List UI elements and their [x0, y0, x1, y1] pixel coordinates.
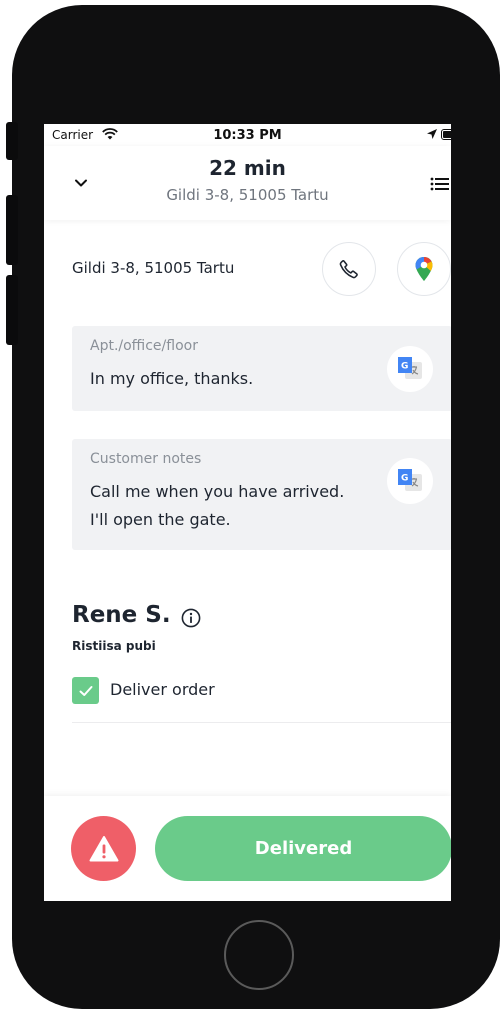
call-button[interactable] — [322, 242, 376, 296]
phone-volume-up — [6, 195, 18, 265]
header-address: Gildi 3-8, 51005 Tartu — [166, 186, 329, 204]
report-problem-button[interactable] — [71, 816, 136, 881]
delivery-address: Gildi 3-8, 51005 Tartu — [72, 259, 235, 277]
warning-icon — [89, 835, 118, 861]
divider — [72, 722, 451, 723]
customer-name: Rene S. — [72, 602, 171, 628]
maps-button[interactable] — [397, 242, 451, 296]
info-icon[interactable] — [181, 608, 201, 628]
header: 22 min Gildi 3-8, 51005 Tartu — [44, 146, 451, 220]
list-menu-icon[interactable] — [430, 176, 450, 192]
apartment-note-label: Apt./office/floor — [90, 338, 198, 354]
customer-notes-line-1: Call me when you have arrived. — [90, 482, 345, 501]
phone-volume-down — [6, 275, 18, 345]
customer-notes-label: Customer notes — [90, 451, 202, 467]
svg-text:G: G — [401, 362, 408, 372]
translate-button[interactable]: G — [387, 346, 433, 392]
phone-mute-switch — [6, 122, 18, 160]
status-time: 10:33 PM — [213, 128, 282, 143]
deliver-order-checkbox[interactable] — [72, 677, 99, 704]
apartment-note-card: Apt./office/floor In my office, thanks. … — [72, 326, 451, 411]
apartment-note-text: In my office, thanks. — [90, 369, 254, 388]
battery-icon — [441, 129, 451, 140]
location-arrow-icon — [427, 129, 437, 139]
bottom-action-bar: Delivered — [44, 796, 451, 901]
phone-home-button[interactable] — [224, 920, 294, 990]
svg-text:G: G — [401, 474, 408, 484]
app-screen: Carrier 10:33 PM 22 min Gildi 3-8, 51005… — [44, 124, 451, 901]
checkmark-icon — [79, 685, 92, 696]
deliver-order-label: Deliver order — [110, 680, 215, 699]
google-maps-pin-icon — [415, 257, 433, 281]
customer-notes-line-2: I'll open the gate. — [90, 510, 231, 529]
google-translate-icon: G — [398, 469, 422, 491]
delivered-button[interactable]: Delivered — [155, 816, 451, 881]
eta-title: 22 min — [209, 156, 286, 180]
phone-icon — [339, 260, 358, 279]
google-translate-icon: G — [398, 357, 422, 379]
venue-name: Ristiisa pubi — [72, 639, 156, 653]
translate-button[interactable]: G — [387, 458, 433, 504]
status-bar: Carrier 10:33 PM — [44, 124, 451, 146]
customer-notes-card: Customer notes Call me when you have arr… — [72, 439, 451, 550]
